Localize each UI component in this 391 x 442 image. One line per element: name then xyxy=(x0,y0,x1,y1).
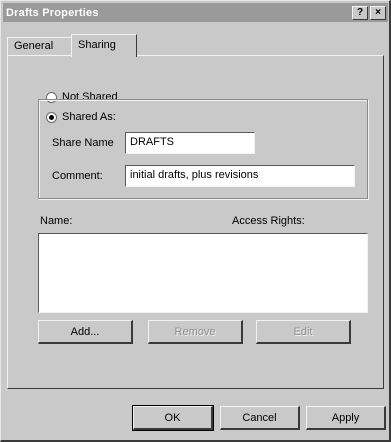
apply-button[interactable]: Apply xyxy=(306,406,386,430)
comment-label: Comment: xyxy=(52,170,103,182)
share-name-label: Share Name xyxy=(52,137,114,149)
share-name-field[interactable]: DRAFTS xyxy=(125,132,255,154)
close-button[interactable]: × xyxy=(370,5,386,20)
remove-button[interactable]: Remove xyxy=(148,320,243,344)
shared-as-label: Shared As: xyxy=(62,111,116,123)
title-buttons: ? × xyxy=(352,5,388,20)
tab-general[interactable]: General xyxy=(7,37,73,56)
shared-as-radio[interactable] xyxy=(46,111,57,123)
tab-sharing[interactable]: Sharing xyxy=(71,34,137,57)
name-column-header: Name: xyxy=(40,215,73,227)
properties-dialog: Drafts Properties ? × General Sharing No… xyxy=(0,0,391,442)
access-rights-column-header: Access Rights: xyxy=(232,215,305,227)
shared-as-option[interactable]: Shared As: xyxy=(46,111,119,123)
help-button[interactable]: ? xyxy=(352,5,368,20)
add-button[interactable]: Add... xyxy=(38,320,133,344)
comment-field[interactable]: initial drafts, plus revisions xyxy=(125,165,355,187)
cancel-button[interactable]: Cancel xyxy=(220,406,300,430)
edit-button[interactable]: Edit xyxy=(256,320,351,344)
title-bar[interactable]: Drafts Properties ? × xyxy=(3,3,388,22)
ok-button[interactable]: OK xyxy=(132,405,214,431)
window-title: Drafts Properties xyxy=(6,6,99,19)
sharing-panel: Not Shared Shared As: Share Name DRAFTS … xyxy=(7,55,384,389)
permissions-list[interactable] xyxy=(38,233,368,313)
